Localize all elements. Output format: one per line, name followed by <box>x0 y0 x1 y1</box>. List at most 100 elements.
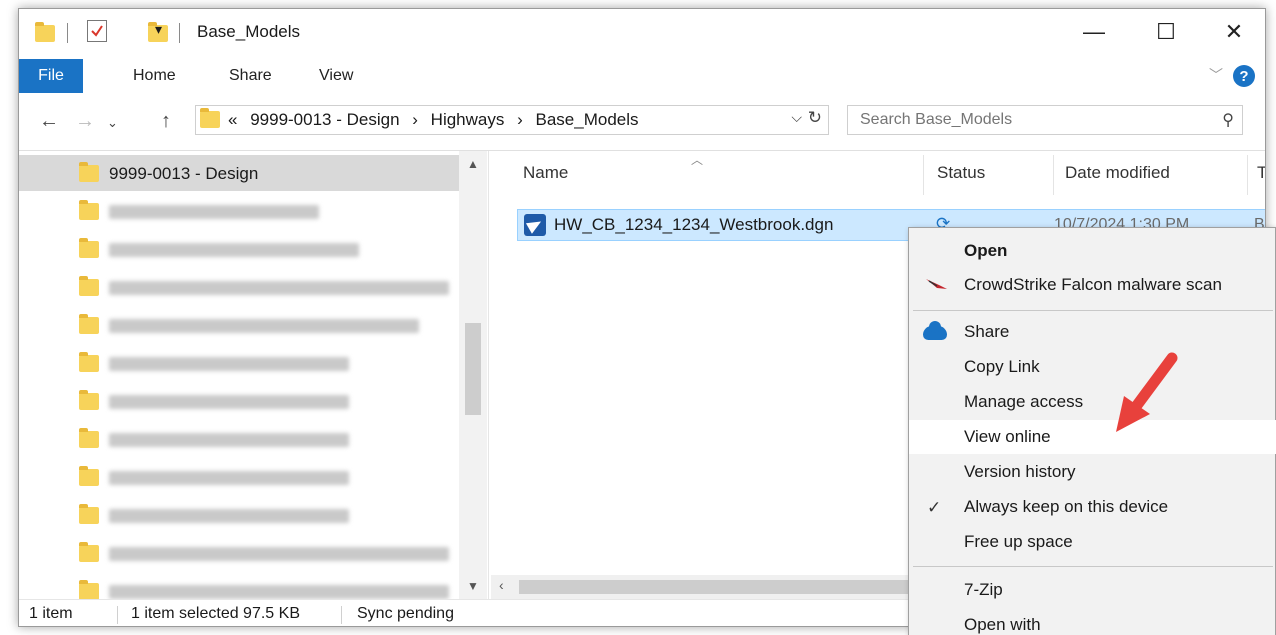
item-count: 1 item <box>29 605 73 622</box>
menu-item-always-keep[interactable]: ✓ Always keep on this device <box>909 490 1276 524</box>
selection-info: 1 item selected 97.5 KB <box>131 605 300 622</box>
folder-icon <box>79 466 99 486</box>
nav-item-blurred[interactable] <box>19 497 459 533</box>
folder-icon <box>79 428 99 448</box>
checkmark-icon: ✓ <box>927 498 942 517</box>
menu-item-label: Free up space <box>964 532 1073 551</box>
folder-icon <box>79 352 99 372</box>
menu-item-open[interactable]: Open <box>909 234 1276 268</box>
divider[interactable] <box>1247 155 1248 195</box>
context-menu: Open CrowdStrike Falcon malware scan Sha… <box>908 227 1276 635</box>
divider[interactable] <box>923 155 924 195</box>
folder-icon <box>79 314 99 334</box>
column-header-date-modified[interactable]: Date modified <box>1065 163 1170 183</box>
menu-item-manage-access[interactable]: Manage access <box>909 385 1276 419</box>
search-icon[interactable]: ⚲ <box>1222 110 1234 130</box>
close-button[interactable]: ✕ <box>1205 9 1263 55</box>
nav-item-blurred[interactable] <box>19 459 459 495</box>
blurred-label <box>109 509 349 523</box>
blurred-label <box>109 281 449 295</box>
crowdstrike-falcon-icon <box>926 279 947 289</box>
nav-item-design[interactable]: 9999-0013 - Design <box>19 155 459 191</box>
column-header-name[interactable]: Name <box>523 163 568 183</box>
ribbon-tabs: File Home Share View ﹀ ? <box>19 59 1265 93</box>
breadcrumb-separator[interactable]: › <box>412 110 418 129</box>
blurred-label <box>109 205 319 219</box>
scrollbar-thumb[interactable] <box>519 580 919 594</box>
help-icon[interactable]: ? <box>1233 65 1255 87</box>
blurred-label <box>109 243 359 257</box>
expand-ribbon-icon[interactable]: ﹀ <box>1209 65 1223 85</box>
nav-item-blurred[interactable] <box>19 345 459 381</box>
back-icon[interactable]: ← <box>39 110 59 133</box>
menu-item-label: CrowdStrike Falcon malware scan <box>964 275 1222 294</box>
folder-icon <box>79 504 99 524</box>
nav-item-blurred[interactable] <box>19 231 459 267</box>
blurred-label <box>109 433 349 447</box>
dgn-file-icon <box>524 214 546 236</box>
divider <box>341 606 342 624</box>
refresh-icon[interactable]: ↻ <box>808 108 822 128</box>
maximize-button[interactable]: ☐ <box>1137 9 1195 55</box>
menu-item-share[interactable]: Share <box>909 315 1276 349</box>
recent-locations-icon[interactable]: ⌄ <box>107 115 118 131</box>
scroll-up-icon[interactable]: ▲ <box>467 157 479 171</box>
breadcrumb-separator[interactable]: › <box>517 110 523 129</box>
breadcrumb-highways[interactable]: Highways <box>431 110 505 129</box>
menu-item-7zip[interactable]: 7-Zip <box>909 573 1276 607</box>
file-name: HW_CB_1234_1234_Westbrook.dgn <box>554 215 834 234</box>
breadcrumb-overflow[interactable]: « <box>228 110 237 129</box>
tab-home[interactable]: Home <box>133 67 176 85</box>
nav-scrollbar[interactable]: ▲ ▼ <box>459 151 487 599</box>
sync-status: Sync pending <box>357 605 454 622</box>
divider[interactable] <box>1053 155 1054 195</box>
scrollbar-thumb[interactable] <box>465 323 481 415</box>
column-header-status[interactable]: Status <box>937 163 985 183</box>
minimize-button[interactable]: — <box>1065 9 1123 55</box>
scroll-left-icon[interactable]: ‹ <box>499 577 504 593</box>
menu-item-label: 7-Zip <box>964 580 1003 599</box>
nav-item-blurred[interactable] <box>19 307 459 343</box>
customize-quick-access-icon[interactable]: ▾ <box>155 21 162 38</box>
menu-separator <box>913 566 1273 567</box>
scroll-down-icon[interactable]: ▼ <box>467 579 479 593</box>
column-header-type[interactable]: Ty <box>1257 163 1265 183</box>
menu-item-free-up-space[interactable]: Free up space <box>909 525 1276 559</box>
search-box[interactable]: ⚲ <box>847 105 1243 135</box>
nav-item-blurred[interactable] <box>19 573 459 599</box>
tab-view[interactable]: View <box>319 67 353 85</box>
menu-item-label: View online <box>964 427 1051 446</box>
menu-item-open-with[interactable]: Open with <box>909 608 1276 635</box>
nav-item-blurred[interactable] <box>19 193 459 229</box>
forward-icon[interactable]: → <box>75 110 95 133</box>
search-input[interactable] <box>860 111 1190 129</box>
window-title: Base_Models <box>197 22 301 41</box>
divider <box>117 606 118 624</box>
nav-item-blurred[interactable] <box>19 383 459 419</box>
tab-share[interactable]: Share <box>229 67 272 85</box>
navigation-bar: ← → ⌄ ↑ « 9999-0013 - Design › Highways … <box>19 93 1265 151</box>
menu-item-copy-link[interactable]: Copy Link <box>909 350 1276 384</box>
menu-item-label: Open with <box>964 615 1041 634</box>
folder-icon <box>79 580 99 599</box>
address-dropdown-icon[interactable]: ⌵ <box>791 109 802 126</box>
nav-item-blurred[interactable] <box>19 421 459 457</box>
breadcrumb-design[interactable]: 9999-0013 - Design <box>250 110 399 129</box>
menu-item-view-online[interactable]: View online <box>909 420 1276 454</box>
menu-item-crowdstrike-scan[interactable]: CrowdStrike Falcon malware scan <box>909 268 1276 302</box>
divider <box>67 23 68 43</box>
breadcrumb-base-models[interactable]: Base_Models <box>536 110 639 129</box>
nav-item-blurred[interactable] <box>19 269 459 305</box>
up-icon[interactable]: ↑ <box>161 110 171 133</box>
divider <box>179 23 180 43</box>
address-bar[interactable]: « 9999-0013 - Design › Highways › Base_M… <box>195 105 829 135</box>
tab-file[interactable]: File <box>19 59 83 93</box>
annotation-arrow <box>1116 352 1178 432</box>
folder-icon[interactable] <box>35 22 55 42</box>
folder-icon <box>79 238 99 258</box>
menu-item-version-history[interactable]: Version history <box>909 455 1276 489</box>
blurred-label <box>109 319 419 333</box>
nav-item-blurred[interactable] <box>19 535 459 571</box>
properties-icon[interactable] <box>87 20 107 42</box>
blurred-label <box>109 471 349 485</box>
